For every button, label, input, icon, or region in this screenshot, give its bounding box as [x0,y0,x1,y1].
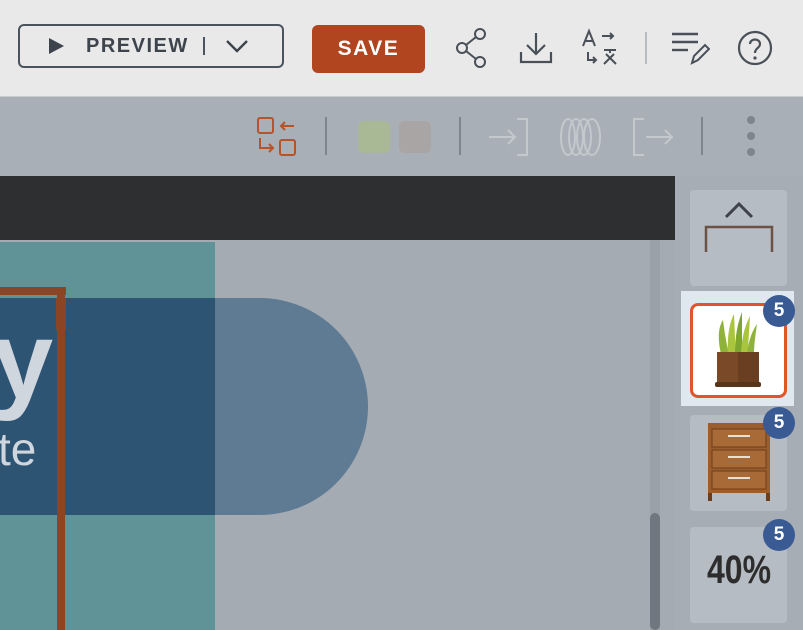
canvas-header-strip [0,176,675,240]
color-swatch-green[interactable] [358,121,390,153]
heading-text[interactable]: y [0,306,53,416]
toolbar-divider [645,32,647,64]
translate-icon[interactable] [580,26,620,70]
count-badge: 5 [763,295,795,327]
help-icon[interactable] [735,26,775,70]
enter-icon[interactable] [487,116,531,158]
save-button[interactable]: SAVE [312,25,425,73]
subtoolbar-divider [459,117,461,155]
preview-divider [202,37,205,55]
guide-handle[interactable] [56,298,66,330]
color-swatch-gray[interactable] [399,121,431,153]
top-toolbar: PREVIEW SAVE [0,0,803,97]
chevron-down-icon[interactable] [225,36,251,56]
exit-icon[interactable] [632,116,676,158]
subheading-text[interactable]: te [0,426,36,472]
count-badge: 5 [763,407,795,439]
share-icon[interactable] [451,26,491,70]
preview-label: PREVIEW [86,34,189,57]
rings-icon[interactable] [558,116,604,158]
subtoolbar-divider [701,117,703,155]
count-badge: 5 [763,519,795,551]
download-icon[interactable] [516,26,556,70]
frame-thumb[interactable] [690,190,787,286]
percent-thumb-text: 40% [706,548,772,592]
arrange-icon[interactable] [256,116,298,158]
chevron-up-icon [724,201,754,219]
preview-button[interactable]: PREVIEW [18,24,284,68]
subtoolbar-divider [325,117,327,155]
play-icon [46,35,68,57]
edit-list-icon[interactable] [670,26,710,70]
canvas-scrollbar-thumb[interactable] [650,513,660,630]
more-vertical-icon[interactable] [741,114,761,158]
guide-line-vertical [57,287,65,630]
